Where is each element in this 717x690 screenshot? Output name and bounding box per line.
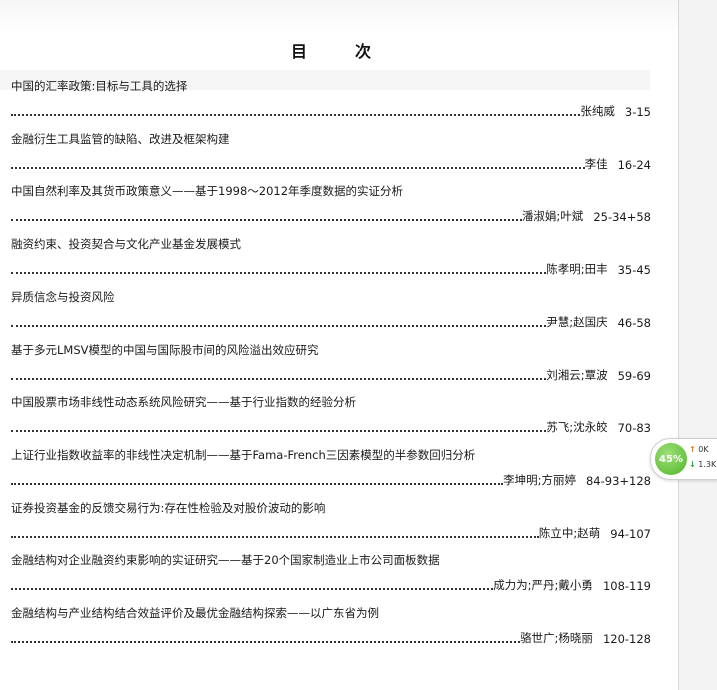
toc-entry[interactable]: 基于多元LMSV模型的中国与国际股市间的风险溢出效应研究刘湘云;覃波 59-69 xyxy=(11,342,651,392)
dotted-leader xyxy=(11,535,539,538)
toc-entry-leader-line: 骆世广;杨晓丽 120-128 xyxy=(11,631,651,646)
toc-entry[interactable]: 融资约束、投资契合与文化产业基金发展模式陈孝明;田丰 35-45 xyxy=(11,236,651,286)
dotted-leader xyxy=(11,324,547,327)
toc-entry-title[interactable]: 金融结构与产业结构结合效益评价及最优金融结构探索——以广东省为例 xyxy=(11,605,379,621)
toc-entry-title[interactable]: 融资约束、投资契合与文化产业基金发展模式 xyxy=(11,236,241,252)
toc-entry[interactable]: 金融结构对企业融资约束影响的实证研究——基于20个国家制造业上市公司面板数据成力… xyxy=(11,552,651,602)
toc-entry-leader-line: 陈立中;赵萌 94-107 xyxy=(11,525,651,541)
toc-entry-pages: 25-34+58 xyxy=(593,210,651,225)
toc-entry-leader-line: 成力为;严丹;戴小勇 108-119 xyxy=(11,578,651,594)
toc-entry-leader-line: 苏飞;沈永皎 70-83 xyxy=(11,420,651,436)
dotted-leader xyxy=(11,641,521,643)
toc-entry[interactable]: 上证行业指数收益率的非线性决定机制——基于Fama-French三因素模型的半参… xyxy=(11,447,651,497)
upload-speed-value: 0K xyxy=(698,445,709,454)
toc-entry-pages: 84-93+128 xyxy=(585,473,651,488)
toc-entry-leader-line: 陈孝明;田丰 35-45 xyxy=(11,262,651,278)
toc-entry-author: 李佳 xyxy=(584,156,608,171)
toc-entry-leader-line: 李坤明;方丽婷 84-93+128 xyxy=(11,472,651,488)
toc-entry-author: 李坤明;方丽婷 xyxy=(503,472,576,487)
dotted-leader xyxy=(11,377,547,380)
toc-entry[interactable]: 中国自然利率及其货币政策意义——基于1998～2012年季度数据的实证分析潘淑娟… xyxy=(11,183,651,233)
dotted-leader xyxy=(11,219,522,222)
toc-entry-pages: 108-119 xyxy=(602,579,651,594)
toc-entry-author: 潘淑娟;叶斌 xyxy=(521,209,584,224)
dotted-leader xyxy=(11,114,581,116)
toc-entry-author: 尹慧;赵国庆 xyxy=(546,314,608,329)
toc-entry-pages: 120-128 xyxy=(602,632,651,646)
toc-entry-leader-line: 刘湘云;覃波 59-69 xyxy=(11,367,651,383)
toc-entry-author: 苏飞;沈永皎 xyxy=(546,420,608,435)
dotted-leader xyxy=(11,588,494,591)
upload-arrow-icon: ↑ xyxy=(689,445,696,454)
toc-entry[interactable]: 金融衍生工具监管的缺陷、改进及框架构建李佳 16-24 xyxy=(11,131,651,181)
dotted-leader xyxy=(11,272,547,275)
toc-entry-title[interactable]: 异质信念与投资风险 xyxy=(11,289,115,305)
toc-entry-title[interactable]: 金融结构对企业融资约束影响的实证研究——基于20个国家制造业上市公司面板数据 xyxy=(11,552,440,568)
toc-entry[interactable]: 金融结构与产业结构结合效益评价及最优金融结构探索——以广东省为例骆世广;杨晓丽 1… xyxy=(11,605,651,655)
page-top-strip xyxy=(0,0,678,34)
toc-entry-leader-line: 潘淑娟;叶斌 25-34+58 xyxy=(11,209,651,225)
toc-entry-author: 骆世广;杨晓丽 xyxy=(520,631,593,645)
toc-entry-author: 刘湘云;覃波 xyxy=(546,367,608,382)
toc-entry-pages: 3-15 xyxy=(624,105,651,119)
document-page: 目 次 中国的汇率政策:目标与工具的选择张纯威 3-15 金融衍生工具监管的缺陷、改… xyxy=(0,0,679,690)
download-arrow-icon: ↓ xyxy=(689,460,696,469)
download-speed-value: 1.3K xyxy=(698,460,717,469)
toc-entry-title[interactable]: 基于多元LMSV模型的中国与国际股市间的风险溢出效应研究 xyxy=(11,342,319,358)
toc-title: 目 次 xyxy=(290,42,387,61)
toc-entry-title[interactable]: 金融衍生工具监管的缺陷、改进及框架构建 xyxy=(11,131,230,147)
toc-entry-author: 张纯威 xyxy=(580,104,615,118)
toc-entry-title[interactable]: 中国股票市场非线性动态系统风险研究——基于行业指数的经验分析 xyxy=(11,394,356,410)
toc-entry-pages: 59-69 xyxy=(617,368,651,383)
toc-entry-author: 陈孝明;田丰 xyxy=(546,262,608,277)
toc-entry-author: 陈立中;赵萌 xyxy=(538,525,601,540)
toc-entry-pages: 94-107 xyxy=(610,526,651,541)
toc-entry-author: 成力为;严丹;戴小勇 xyxy=(493,578,593,593)
toc-entry-title[interactable]: 证券投资基金的反馈交易行为:存在性检验及对股价波动的影响 xyxy=(11,500,325,516)
dotted-leader xyxy=(11,430,547,433)
toc-entry[interactable]: 中国股票市场非线性动态系统风险研究——基于行业指数的经验分析苏飞;沈永皎 70-8… xyxy=(11,394,651,444)
toc-entry-title[interactable]: 上证行业指数收益率的非线性决定机制——基于Fama-French三因素模型的半参… xyxy=(11,447,475,463)
toc-entry[interactable]: 证券投资基金的反馈交易行为:存在性检验及对股价波动的影响陈立中;赵萌 94-107 xyxy=(11,500,651,550)
dotted-leader xyxy=(11,482,504,485)
toc-entry-title[interactable]: 中国的汇率政策:目标与工具的选择 xyxy=(11,78,187,94)
toc-entry-leader-line: 尹慧;赵国庆 46-58 xyxy=(11,314,651,330)
toc-entry-leader-line: 张纯威 3-15 xyxy=(11,104,651,119)
dotted-leader xyxy=(11,166,585,169)
toc-entry[interactable]: 中国的汇率政策:目标与工具的选择张纯威 3-15 xyxy=(11,78,651,128)
network-speed-widget[interactable]: 45% ↑ 0K ↓ 1.3K xyxy=(650,438,717,480)
toc-entry[interactable]: 异质信念与投资风险尹慧;赵国庆 46-58 xyxy=(11,289,651,339)
toc-entry-leader-line: 李佳 16-24 xyxy=(11,156,651,172)
toc-entry-pages: 35-45 xyxy=(617,263,651,278)
toc-entry-pages: 16-24 xyxy=(617,157,651,172)
download-speed: ↓ 1.3K xyxy=(689,460,716,469)
upload-speed: ↑ 0K xyxy=(689,445,709,454)
toc-entry-title[interactable]: 中国自然利率及其货币政策意义——基于1998～2012年季度数据的实证分析 xyxy=(11,183,403,199)
toc-entry-pages: 46-58 xyxy=(617,315,651,330)
memory-usage-indicator[interactable]: 45% xyxy=(655,443,687,475)
toc-entry-pages: 70-83 xyxy=(617,421,651,436)
